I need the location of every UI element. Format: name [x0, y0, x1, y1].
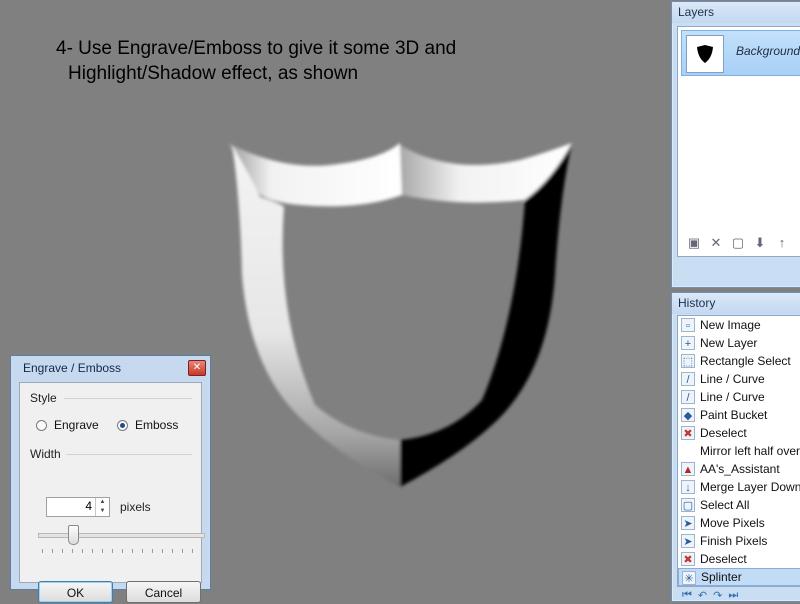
slider-ticks [42, 549, 200, 553]
history-item[interactable]: / Line / Curve [678, 388, 800, 406]
close-button[interactable]: ✕ [188, 360, 206, 376]
instruction-text: 4- Use Engrave/Emboss to give it some 3D… [56, 36, 456, 86]
merge-layer-down-icon[interactable]: ⬇ [752, 235, 768, 251]
history-item-label: Finish Pixels [700, 534, 768, 548]
width-slider-thumb[interactable] [68, 525, 79, 545]
splinter-icon: ✳ [682, 571, 696, 585]
history-item-label: Deselect [700, 426, 747, 440]
history-item[interactable]: ➤ Finish Pixels [678, 532, 800, 550]
history-item[interactable]: ▫ New Image [678, 316, 800, 334]
rewind-icon[interactable]: ⏮ [682, 589, 692, 602]
history-item[interactable]: + New Layer [678, 334, 800, 352]
engrave-radio-label: Engrave [54, 418, 99, 432]
layer-row-background[interactable]: Background [681, 30, 800, 76]
width-value[interactable]: 4 [85, 499, 92, 513]
history-item[interactable]: Mirror left half over rig [678, 442, 800, 460]
instruction-line-2: Highlight/Shadow effect, as shown [68, 63, 359, 84]
select-all-icon: ▢ [681, 498, 695, 512]
history-item-label: Select All [700, 498, 750, 512]
history-item-label: AA's_Assistant [700, 462, 780, 476]
embossed-shield-image [228, 143, 572, 487]
engrave-emboss-dialog[interactable]: Engrave / Emboss ✕ Style Engrave Emboss … [10, 355, 211, 603]
layers-window-title: Layers [672, 2, 800, 23]
engrave-radio-dot[interactable] [36, 419, 47, 431]
emboss-radio-dot[interactable] [117, 419, 128, 431]
move-layer-down-icon[interactable]: ↓ [796, 235, 800, 251]
history-item-label: New Image [700, 318, 761, 332]
history-item-label: Paint Bucket [700, 408, 768, 422]
style-label: Style [30, 391, 57, 405]
divider [66, 454, 192, 455]
history-item[interactable]: ↓ Merge Layer Down [678, 478, 800, 496]
line-curve-icon: / [681, 390, 695, 404]
layers-toolbar: ▣ ✕ ▢ ⬇ ↑ ↓ [686, 235, 800, 251]
history-item-selected[interactable]: ✳ Splinter [678, 568, 800, 586]
effect-icon: ▲ [681, 462, 695, 476]
finish-pixels-icon: ➤ [681, 534, 695, 548]
history-item-label: New Layer [700, 336, 758, 350]
history-item-label: Rectangle Select [700, 354, 791, 368]
redo-icon[interactable]: ↷ [713, 589, 722, 602]
duplicate-layer-icon[interactable]: ▢ [730, 235, 746, 251]
add-layer-icon[interactable]: ▣ [686, 235, 702, 251]
history-item-label: Splinter [701, 570, 742, 584]
undo-icon[interactable]: ↶ [698, 589, 707, 602]
new-image-icon: ▫ [681, 318, 695, 332]
merge-layer-down-icon: ↓ [681, 480, 695, 494]
layers-list[interactable]: Background ▣ ✕ ▢ ⬇ ↑ ↓ [677, 26, 800, 257]
emboss-radio-label: Emboss [135, 418, 179, 432]
width-label: Width [30, 447, 61, 461]
emboss-radio[interactable]: Emboss [117, 418, 178, 432]
move-pixels-icon: ➤ [681, 516, 695, 530]
new-layer-icon: + [681, 336, 695, 350]
fast-forward-icon[interactable]: ⏭ [728, 589, 738, 602]
dialog-title: Engrave / Emboss [23, 361, 122, 375]
history-window-title: History [672, 293, 800, 314]
history-window[interactable]: History ▫ New Image + New Layer ⬚ Rectangle… [671, 292, 800, 602]
history-item[interactable]: ▢ Select All [678, 496, 800, 514]
engrave-radio[interactable]: Engrave [36, 418, 99, 432]
history-item[interactable]: ➤ Move Pixels [678, 514, 800, 532]
width-spinbox[interactable]: 4 ▲ ▼ [46, 497, 110, 517]
layers-window[interactable]: Layers Background ▣ ✕ ▢ ⬇ ↑ ↓ [671, 1, 800, 288]
width-unit-label: pixels [120, 500, 151, 514]
history-list[interactable]: ▫ New Image + New Layer ⬚ Rectangle Select … [677, 315, 800, 587]
history-item-label: Move Pixels [700, 516, 765, 530]
deselect-icon: ✖ [681, 552, 695, 566]
line-curve-icon: / [681, 372, 695, 386]
instruction-line-1: 4- Use Engrave/Emboss to give it some 3D… [56, 38, 457, 59]
history-item[interactable]: ◆ Paint Bucket [678, 406, 800, 424]
shield-thumbnail-icon [697, 45, 713, 63]
history-item[interactable]: ✖ Deselect [678, 424, 800, 442]
history-item-label: Merge Layer Down [700, 480, 800, 494]
history-nav: ⏮ ↶ ↷ ⏭ [682, 589, 738, 602]
history-item[interactable]: ▲ AA's_Assistant [678, 460, 800, 478]
layer-name: Background [736, 44, 800, 58]
spin-arrows-icon[interactable]: ▲ ▼ [95, 498, 109, 516]
history-item[interactable]: ⬚ Rectangle Select [678, 352, 800, 370]
width-slider-track[interactable] [38, 533, 205, 538]
history-item-label: Line / Curve [700, 372, 765, 386]
deselect-icon: ✖ [681, 426, 695, 440]
layer-thumbnail [686, 35, 724, 73]
history-item-label: Line / Curve [700, 390, 765, 404]
history-item[interactable]: / Line / Curve [678, 370, 800, 388]
paint-bucket-icon: ◆ [681, 408, 695, 422]
delete-layer-icon[interactable]: ✕ [708, 235, 724, 251]
history-item[interactable]: ✖ Deselect [678, 550, 800, 568]
history-item-label: Mirror left half over rig [700, 444, 800, 458]
divider [64, 398, 192, 399]
move-layer-up-icon[interactable]: ↑ [774, 235, 790, 251]
history-item-label: Deselect [700, 552, 747, 566]
dialog-body: Style Engrave Emboss Width 4 ▲ ▼ pixels O… [19, 382, 205, 603]
rectangle-select-icon: ⬚ [681, 354, 695, 368]
